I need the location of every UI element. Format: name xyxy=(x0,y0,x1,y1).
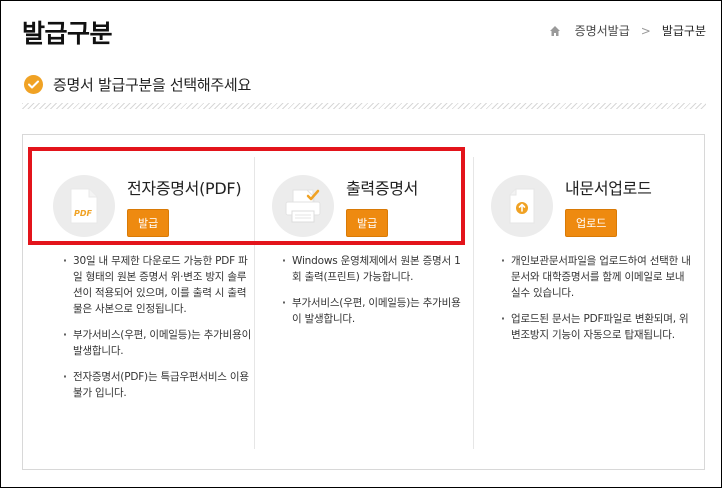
check-circle-icon xyxy=(24,75,43,94)
printer-icon xyxy=(272,175,334,237)
issue-print-button[interactable]: 발급 xyxy=(346,209,389,237)
list-item: 부가서비스(우편, 이메일등)는 추가비용이 발생합니다. xyxy=(63,327,253,359)
breadcrumb-item-current: 발급구분 xyxy=(661,24,706,38)
column-divider xyxy=(254,157,255,449)
option-title: 출력증명서 xyxy=(346,179,419,198)
subtitle-text: 증명서 발급구분을 선택해주세요 xyxy=(53,76,251,94)
column-divider xyxy=(473,157,474,449)
option-title: 내문서업로드 xyxy=(565,179,652,198)
option-print-certificate: 출력증명서 발급 xyxy=(272,173,418,239)
breadcrumb-separator: > xyxy=(640,23,651,38)
list-item: 개인보관문서파일을 업로드하여 선택한 내문서와 대학증명서를 함께 이메일로 … xyxy=(501,253,691,301)
list-item: 업로드된 문서는 PDF파일로 변환되며, 위변조방지 기능이 자동으로 탑재됩… xyxy=(501,311,691,343)
page-title: 발급구분 xyxy=(22,19,113,48)
issue-type-panel: PDF 전자증명서(PDF) 발급 출력증명서 발급 내문서업로드 업로드 · … xyxy=(22,134,705,470)
option-description-list: 개인보관문서파일을 업로드하여 선택한 내문서와 대학증명서를 함께 이메일로 … xyxy=(501,253,691,353)
list-item: 부가서비스(우편, 이메일등)는 추가비용이 발생합니다. xyxy=(282,295,468,327)
section-subtitle: 증명서 발급구분을 선택해주세요 xyxy=(24,74,251,95)
home-icon[interactable] xyxy=(549,25,561,37)
list-item: 전자증명서(PDF)는 특급우편서비스 이용불가 입니다. xyxy=(63,369,253,401)
zigzag-divider xyxy=(22,103,706,109)
option-upload-document: 내문서업로드 업로드 xyxy=(491,173,652,239)
list-item: 30일 내 무제한 다운로드 가능한 PDF 파일 형태의 원본 증명서 위·변… xyxy=(63,253,253,317)
list-item: Windows 운영체제에서 원본 증명서 1회 출력(프린트) 가능합니다. xyxy=(282,253,468,285)
pdf-file-icon: PDF xyxy=(53,175,115,237)
option-description-list: Windows 운영체제에서 원본 증명서 1회 출력(프린트) 가능합니다. … xyxy=(282,253,468,337)
option-title: 전자증명서(PDF) xyxy=(127,179,242,198)
issue-electronic-button[interactable]: 발급 xyxy=(127,209,170,237)
upload-button[interactable]: 업로드 xyxy=(565,209,618,237)
breadcrumb: 증명서발급 > 발급구분 xyxy=(549,22,706,39)
breadcrumb-item-certificate[interactable]: 증명서발급 xyxy=(575,22,630,39)
pdf-label: PDF xyxy=(74,209,93,218)
option-electronic-certificate: PDF 전자증명서(PDF) 발급 xyxy=(53,173,242,239)
upload-document-icon xyxy=(491,175,553,237)
option-description-list: 30일 내 무제한 다운로드 가능한 PDF 파일 형태의 원본 증명서 위·변… xyxy=(63,253,253,411)
